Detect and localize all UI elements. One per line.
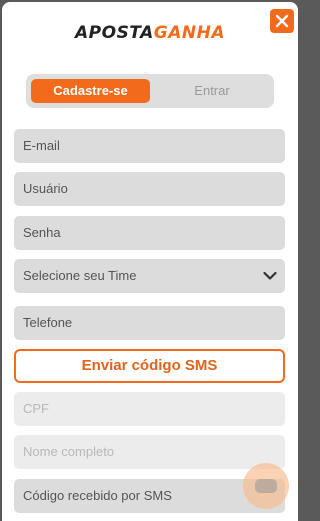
signup-modal: APOSTAGANHA Cadastre-se Entrar E-mail Us…	[2, 2, 298, 521]
tab-register[interactable]: Cadastre-se	[31, 79, 150, 103]
brand-logo: APOSTAGANHA	[2, 22, 298, 44]
auth-tabs: Cadastre-se Entrar	[26, 74, 274, 108]
fullname-field[interactable]: Nome completo	[14, 435, 285, 469]
logo-part-2: GANHA	[153, 23, 225, 43]
chat-icon	[255, 479, 277, 493]
username-field[interactable]: Usuário	[14, 172, 285, 206]
tab-login[interactable]: Entrar	[154, 79, 270, 103]
chat-button[interactable]	[243, 463, 289, 509]
team-select[interactable]: Selecione seu Time	[14, 259, 285, 293]
team-select-value: Selecione seu Time	[23, 268, 137, 283]
email-field[interactable]: E-mail	[14, 129, 285, 163]
cpf-field[interactable]: CPF	[14, 392, 285, 426]
close-icon	[275, 14, 289, 28]
logo-part-1: APOSTA	[75, 23, 154, 43]
chevron-down-icon	[263, 271, 277, 280]
password-field[interactable]: Senha	[14, 216, 285, 250]
phone-field[interactable]: Telefone	[14, 306, 285, 340]
send-sms-button[interactable]: Enviar código SMS	[14, 349, 285, 383]
close-button[interactable]	[270, 9, 294, 33]
